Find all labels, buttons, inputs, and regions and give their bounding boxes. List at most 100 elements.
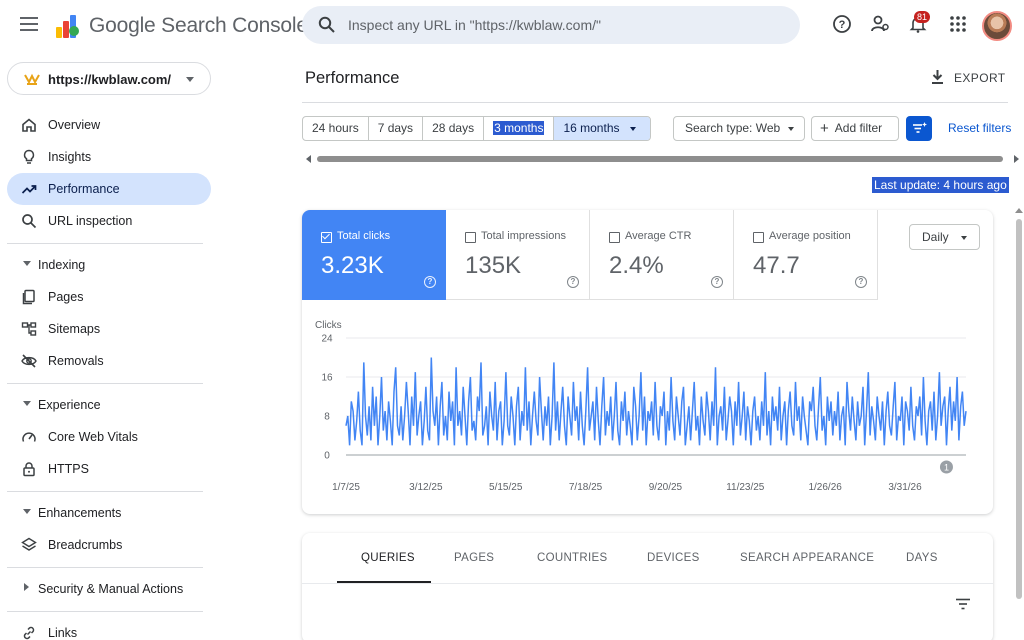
sidebar-item-overview[interactable]: Overview: [7, 109, 211, 141]
tab-pages[interactable]: PAGES: [454, 552, 494, 564]
search-icon: [318, 16, 335, 33]
search-console-logo-icon: [56, 15, 79, 38]
sidebar-item-removals[interactable]: Removals: [7, 345, 211, 377]
chart-ylabel: Clicks: [315, 320, 342, 331]
property-selector[interactable]: https://kwblaw.com/: [7, 62, 211, 95]
trending-up-icon: [21, 185, 37, 194]
section-security-manual-actions[interactable]: Security & Manual Actions: [20, 579, 210, 599]
reset-filters-link[interactable]: Reset filters: [948, 121, 1011, 135]
sidebar-item-breadcrumbs[interactable]: Breadcrumbs: [7, 529, 211, 561]
sidebar-item-url-inspection[interactable]: URL inspection: [7, 205, 211, 237]
tab-queries[interactable]: QUERIES: [361, 552, 415, 564]
search-type-dropdown[interactable]: Search type: Web: [673, 116, 805, 141]
filter-settings-button[interactable]: [906, 116, 932, 141]
sidebar-item-insights[interactable]: Insights: [7, 141, 211, 173]
home-icon: [22, 118, 36, 132]
plus-icon: +: [820, 120, 829, 137]
y-tick-label: 8: [324, 412, 330, 423]
export-button[interactable]: EXPORT: [928, 69, 1005, 87]
scroll-thumb[interactable]: [1016, 219, 1022, 599]
chevron-down-icon: [186, 77, 194, 82]
range-3-months[interactable]: 3 months: [484, 117, 555, 140]
sidebar-divider: [7, 611, 203, 612]
sidebar-divider: [7, 567, 203, 568]
series-line-clicks: [345, 357, 967, 446]
y-tick-label: 0: [324, 451, 330, 462]
granularity-dropdown[interactable]: Daily: [909, 224, 980, 250]
range-28-days[interactable]: 28 days: [423, 117, 485, 140]
sidebar-item-pages[interactable]: Pages: [7, 281, 211, 313]
tab-countries[interactable]: COUNTRIES: [537, 552, 607, 564]
x-tick-label: 5/15/25: [489, 482, 523, 493]
sidebar-divider: [7, 491, 203, 492]
manage-users-icon[interactable]: [870, 14, 890, 34]
metric-total-impressions[interactable]: Total impressions 135K ?: [446, 210, 590, 300]
header-divider: [302, 102, 1008, 103]
pages-icon: [22, 289, 35, 305]
lock-icon: [23, 462, 35, 477]
scroll-thumb[interactable]: [317, 156, 1003, 162]
scroll-up-icon[interactable]: [1015, 208, 1023, 213]
sidebar-item-performance[interactable]: Performance: [7, 173, 211, 205]
tab-divider: [302, 583, 993, 584]
help-icon[interactable]: ?: [424, 276, 436, 288]
checkbox-unchecked-icon: [753, 232, 764, 243]
metric-average-ctr[interactable]: Average CTR 2.4% ?: [590, 210, 734, 300]
property-url: https://kwblaw.com/: [48, 72, 172, 87]
help-icon[interactable]: ?: [855, 276, 867, 288]
apps-grid-icon[interactable]: [948, 14, 968, 34]
speedometer-icon: [22, 432, 36, 442]
download-icon: [932, 70, 943, 84]
range-24-hours[interactable]: 24 hours: [303, 117, 369, 140]
checkbox-unchecked-icon: [609, 232, 620, 243]
section-experience[interactable]: Experience: [20, 395, 210, 415]
expand-triangle-icon: [23, 261, 31, 266]
sidebar: https://kwblaw.com/ Overview Insights Pe…: [0, 52, 216, 640]
sidebar-item-links[interactable]: Links: [7, 617, 211, 640]
sidebar-divider: [7, 243, 203, 244]
range-16-months[interactable]: 16 months: [554, 117, 650, 140]
help-icon[interactable]: ?: [711, 276, 723, 288]
last-update-label: Last update: 4 hours ago: [872, 177, 1009, 193]
url-inspection-search[interactable]: [302, 6, 800, 44]
metric-average-position[interactable]: Average position 47.7 ?: [734, 210, 878, 300]
section-enhancements[interactable]: Enhancements: [20, 503, 210, 523]
page-title: Performance: [305, 69, 400, 87]
checkbox-checked-icon: [321, 232, 332, 243]
tab-devices[interactable]: DEVICES: [647, 552, 700, 564]
account-avatar[interactable]: [982, 11, 1012, 41]
sidebar-item-core-web-vitals[interactable]: Core Web Vitals: [7, 421, 211, 453]
x-tick-label: 7/18/25: [569, 482, 603, 493]
sidebar-item-https[interactable]: HTTPS: [7, 453, 211, 485]
chevron-down-icon: [629, 126, 636, 131]
section-indexing[interactable]: Indexing: [20, 255, 210, 275]
x-tick-label: 1/7/25: [332, 482, 360, 493]
x-tick-label: 11/23/25: [726, 482, 765, 493]
link-icon: [23, 626, 35, 640]
notification-badge: 81: [914, 11, 931, 23]
filter-settings-icon: [913, 122, 927, 133]
vertical-scrollbar[interactable]: [1014, 205, 1024, 640]
tab-search-appearance[interactable]: SEARCH APPEARANCE: [740, 552, 874, 564]
x-tick-label: 3/31/26: [888, 482, 922, 493]
scroll-right-icon[interactable]: [1014, 155, 1019, 163]
sidebar-item-sitemaps[interactable]: Sitemaps: [7, 313, 211, 345]
metric-total-clicks[interactable]: Total clicks 3.23K ?: [302, 210, 446, 300]
scroll-left-icon[interactable]: [306, 155, 311, 163]
x-tick-label: 3/12/25: [409, 482, 443, 493]
help-icon[interactable]: ?: [567, 276, 579, 288]
table-filter-icon[interactable]: [955, 598, 971, 610]
date-range-selector: 24 hours 7 days 28 days 3 months 16 mont…: [302, 116, 651, 141]
range-7-days[interactable]: 7 days: [369, 117, 424, 140]
search-input[interactable]: [348, 14, 778, 36]
add-filter-button[interactable]: + Add filter: [811, 116, 899, 141]
horizontal-scrollbar[interactable]: [302, 153, 1022, 165]
app-title: Google Search Console: [89, 14, 308, 37]
dimensions-table-card: QUERIES PAGES COUNTRIES DEVICES SEARCH A…: [302, 533, 993, 640]
tab-days[interactable]: DAYS: [906, 552, 938, 564]
expand-triangle-icon: [23, 509, 31, 514]
collapsed-triangle-icon: [24, 583, 29, 591]
help-icon[interactable]: ?: [832, 14, 852, 34]
expand-triangle-icon: [23, 401, 31, 406]
main-menu-icon[interactable]: [20, 17, 38, 31]
